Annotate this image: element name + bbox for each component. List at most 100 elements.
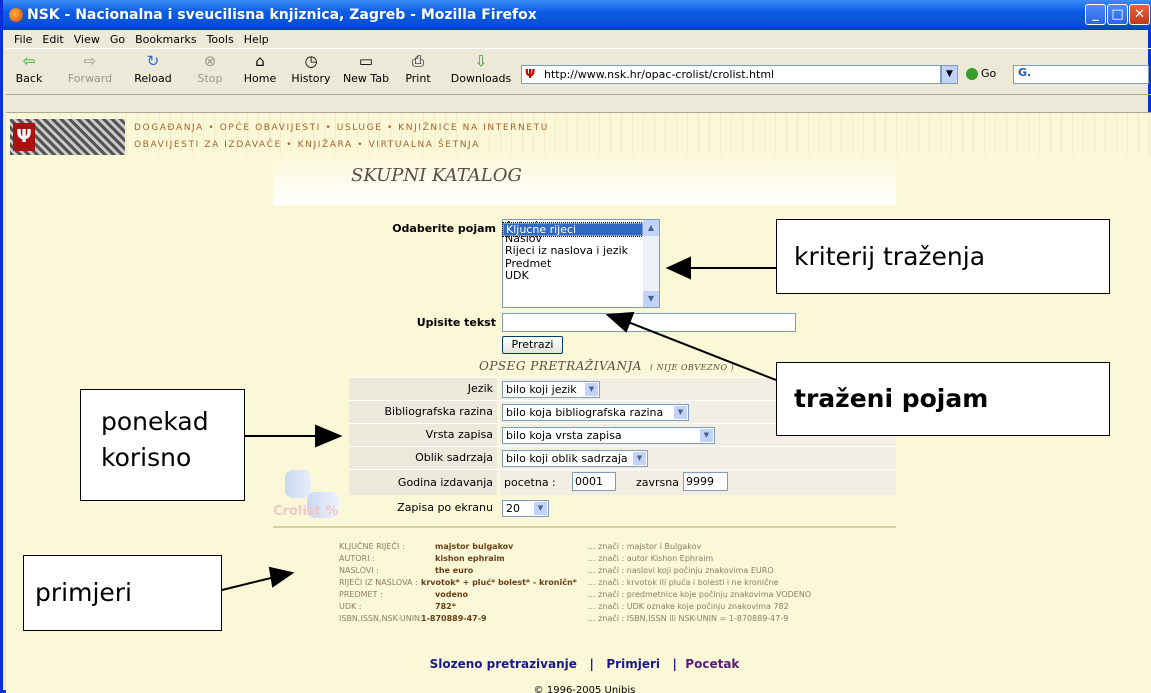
chevron-down-icon: ▼ — [534, 502, 547, 515]
nsk-logo[interactable]: Ψ — [10, 119, 125, 155]
maximize-button[interactable]: □ — [1107, 4, 1128, 25]
callout-ponekad: ponekad korisno — [80, 389, 245, 501]
oblik-select[interactable]: bilo koji oblik sadrzaja ▼ — [502, 450, 648, 467]
site-favicon-icon: Ψ — [525, 67, 536, 81]
zavrsna-label: zavrsna : — [636, 476, 687, 489]
menu-go[interactable]: Go — [110, 33, 125, 46]
example-row: PREDMET : — [339, 590, 383, 599]
link-primjeri[interactable]: Primjeri — [606, 657, 660, 671]
example-meaning: ... znači : naslovi koji počinju znakovi… — [588, 566, 774, 575]
search-engine-box[interactable]: G. — [1013, 65, 1149, 84]
downloads-button[interactable]: ⇩ Downloads — [446, 52, 516, 86]
print-button[interactable]: ⎙ Print — [401, 52, 435, 86]
option-rijeci-iz-naslova[interactable]: Rijeci iz naslova i jezik — [503, 245, 643, 258]
url-text: http://www.nsk.hr/opac-crolist/crolist.h… — [544, 68, 775, 81]
option-kljucne-rijeci[interactable]: Kljucne rijeci — [502, 222, 644, 237]
vrsta-select[interactable]: bilo koja vrsta zapisa ▼ — [502, 427, 715, 444]
callout-kriterij: kriterij traženja — [776, 219, 1110, 294]
example-meaning: ... znači : UDK oznake koje počinju znak… — [588, 602, 789, 611]
url-dropdown-button[interactable]: ▼ — [941, 65, 958, 84]
go-icon — [966, 68, 978, 80]
footer-links: Slozeno pretrazivanje | Primjeri | Pocet… — [429, 657, 740, 671]
page-title: SKUPNI KATALOG — [351, 165, 522, 186]
home-button[interactable]: ⌂ Home — [242, 52, 278, 86]
example-row: AUTORI : — [339, 554, 375, 563]
text-label: Upisite tekst — [416, 316, 496, 329]
stop-button[interactable]: ⊗ Stop — [193, 52, 227, 86]
search-criteria-listbox[interactable]: Kljucne rijeci Autori Naslov Rijeci iz n… — [502, 219, 660, 308]
reload-button[interactable]: ↻ Reload — [131, 52, 175, 86]
example-row: UDK : — [339, 602, 362, 611]
printer-icon: ⎙ — [411, 52, 424, 70]
url-bar[interactable]: Ψhttp://www.nsk.hr/opac-crolist/crolist.… — [521, 65, 941, 84]
example-row: RIJEČI IZ NASLOVA : — [339, 578, 418, 587]
zavrsna-input[interactable]: 9999 — [683, 472, 728, 491]
history-button[interactable]: ◷ History — [289, 52, 333, 86]
go-button[interactable]: Go — [966, 67, 996, 80]
zapisa-select[interactable]: 20 ▼ — [502, 500, 549, 517]
home-icon: ⌂ — [255, 52, 265, 70]
callout-primjeri: primjeri — [23, 555, 222, 631]
menu-bookmarks[interactable]: Bookmarks — [135, 33, 196, 46]
link-slozeno[interactable]: Slozeno pretrazivanje — [430, 657, 577, 671]
callout-trazeni: traženi pojam — [776, 362, 1110, 436]
chevron-down-icon: ▼ — [674, 406, 687, 419]
example-meaning: ... znači : krvotok ili pluća i bolesti … — [588, 578, 779, 587]
scroll-up-icon[interactable]: ▲ — [643, 220, 659, 236]
site-nav-line1[interactable]: DOGAĐANJA • OPĆE OBAVIJESTI • USLUGE • K… — [134, 123, 549, 133]
back-button[interactable]: ⇦ Back — [14, 52, 44, 86]
firefox-icon — [9, 8, 23, 22]
filter-row-godina: Godina izdavanja pocetna : 0001 zavrsna … — [349, 469, 896, 495]
bookmarks-bar — [6, 95, 1151, 113]
menu-view[interactable]: View — [74, 33, 100, 46]
vrsta-label: Vrsta zapisa — [349, 424, 497, 446]
navigation-toolbar: ⇦ Back ⇨ Forward ↻ Reload ⊗ Stop ⌂ Home ◷ Hist… — [6, 48, 1151, 95]
example-row: ISBN,ISSN,NSK-UNIN: — [339, 614, 423, 623]
back-arrow-icon: ⇦ — [22, 52, 36, 70]
option-udk[interactable]: UDK — [503, 270, 643, 283]
menu-bar: File Edit View Go Bookmarks Tools Help — [6, 30, 1151, 48]
link-pocetak[interactable]: Pocetak — [685, 657, 739, 671]
term-label: Odaberite pojam — [392, 222, 496, 235]
menu-help[interactable]: Help — [244, 33, 269, 46]
downloads-icon: ⇩ — [474, 52, 488, 70]
reload-icon: ↻ — [146, 52, 160, 70]
scroll-down-icon[interactable]: ▼ — [643, 291, 659, 307]
filter-row-zapisa: Zapisa po ekranu 20 ▼ — [349, 497, 896, 520]
google-icon: G. — [1018, 66, 1032, 79]
new-tab-button[interactable]: ▭ New Tab — [339, 53, 393, 86]
window-title: NSK - Nacionalna i sveucilisna knjiznica… — [27, 7, 537, 23]
jezik-select[interactable]: bilo koji jezik ▼ — [502, 381, 600, 398]
close-button[interactable]: ✕ — [1129, 4, 1150, 25]
chevron-down-icon: ▼ — [700, 429, 713, 442]
site-nav-line2[interactable]: OBAVIJESTI ZA IZDAVAČE • KNJIŽARA • VIRT… — [134, 140, 480, 150]
menu-edit[interactable]: Edit — [42, 33, 63, 46]
razina-select[interactable]: bilo koja bibliografska razina ▼ — [502, 404, 689, 421]
menu-tools[interactable]: Tools — [207, 33, 234, 46]
forward-arrow-icon: ⇨ — [83, 52, 97, 70]
jezik-label: Jezik — [349, 378, 497, 400]
pocetna-input[interactable]: 0001 — [572, 472, 616, 491]
menu-file[interactable]: File — [14, 33, 32, 46]
minimize-button[interactable]: _ — [1085, 4, 1106, 25]
search-button[interactable]: Pretrazi — [502, 336, 563, 354]
example-meaning: ... znači : majstor i Bulgakov — [588, 542, 702, 551]
scope-title: OPSEG PRETRAŽIVANJA( NIJE OBVEZNO ) — [479, 359, 735, 373]
oblik-label: Oblik sadrzaja — [349, 447, 497, 469]
example-meaning: ... znači : ISBN,ISSN ili NSK-UNIN = 1-8… — [588, 614, 789, 623]
example-row: NASLOVI : — [339, 566, 379, 575]
site-banner: Ψ DOGAĐANJA • OPĆE OBAVIJESTI • USLUGE •… — [6, 113, 1151, 155]
pocetna-label: pocetna : — [504, 476, 556, 489]
example-meaning: ... znači : autor Kishon Ephraim — [588, 554, 714, 563]
nsk-logo-icon: Ψ — [13, 123, 35, 151]
example-meaning: ... znači : predmetnice koje počinju zna… — [588, 590, 812, 599]
filter-row-oblik: Oblik sadrzaja bilo koji oblik sadrzaja ▼ — [349, 446, 896, 469]
search-text-input[interactable] — [502, 313, 796, 332]
forward-button[interactable]: ⇨ Forward — [66, 52, 114, 86]
stop-icon: ⊗ — [203, 52, 217, 70]
chevron-down-icon: ▼ — [585, 383, 598, 396]
listbox-scrollbar[interactable]: ▲ ▼ — [643, 220, 659, 307]
divider — [273, 526, 896, 528]
godina-label: Godina izdavanja — [349, 470, 497, 495]
history-icon: ◷ — [304, 52, 318, 70]
